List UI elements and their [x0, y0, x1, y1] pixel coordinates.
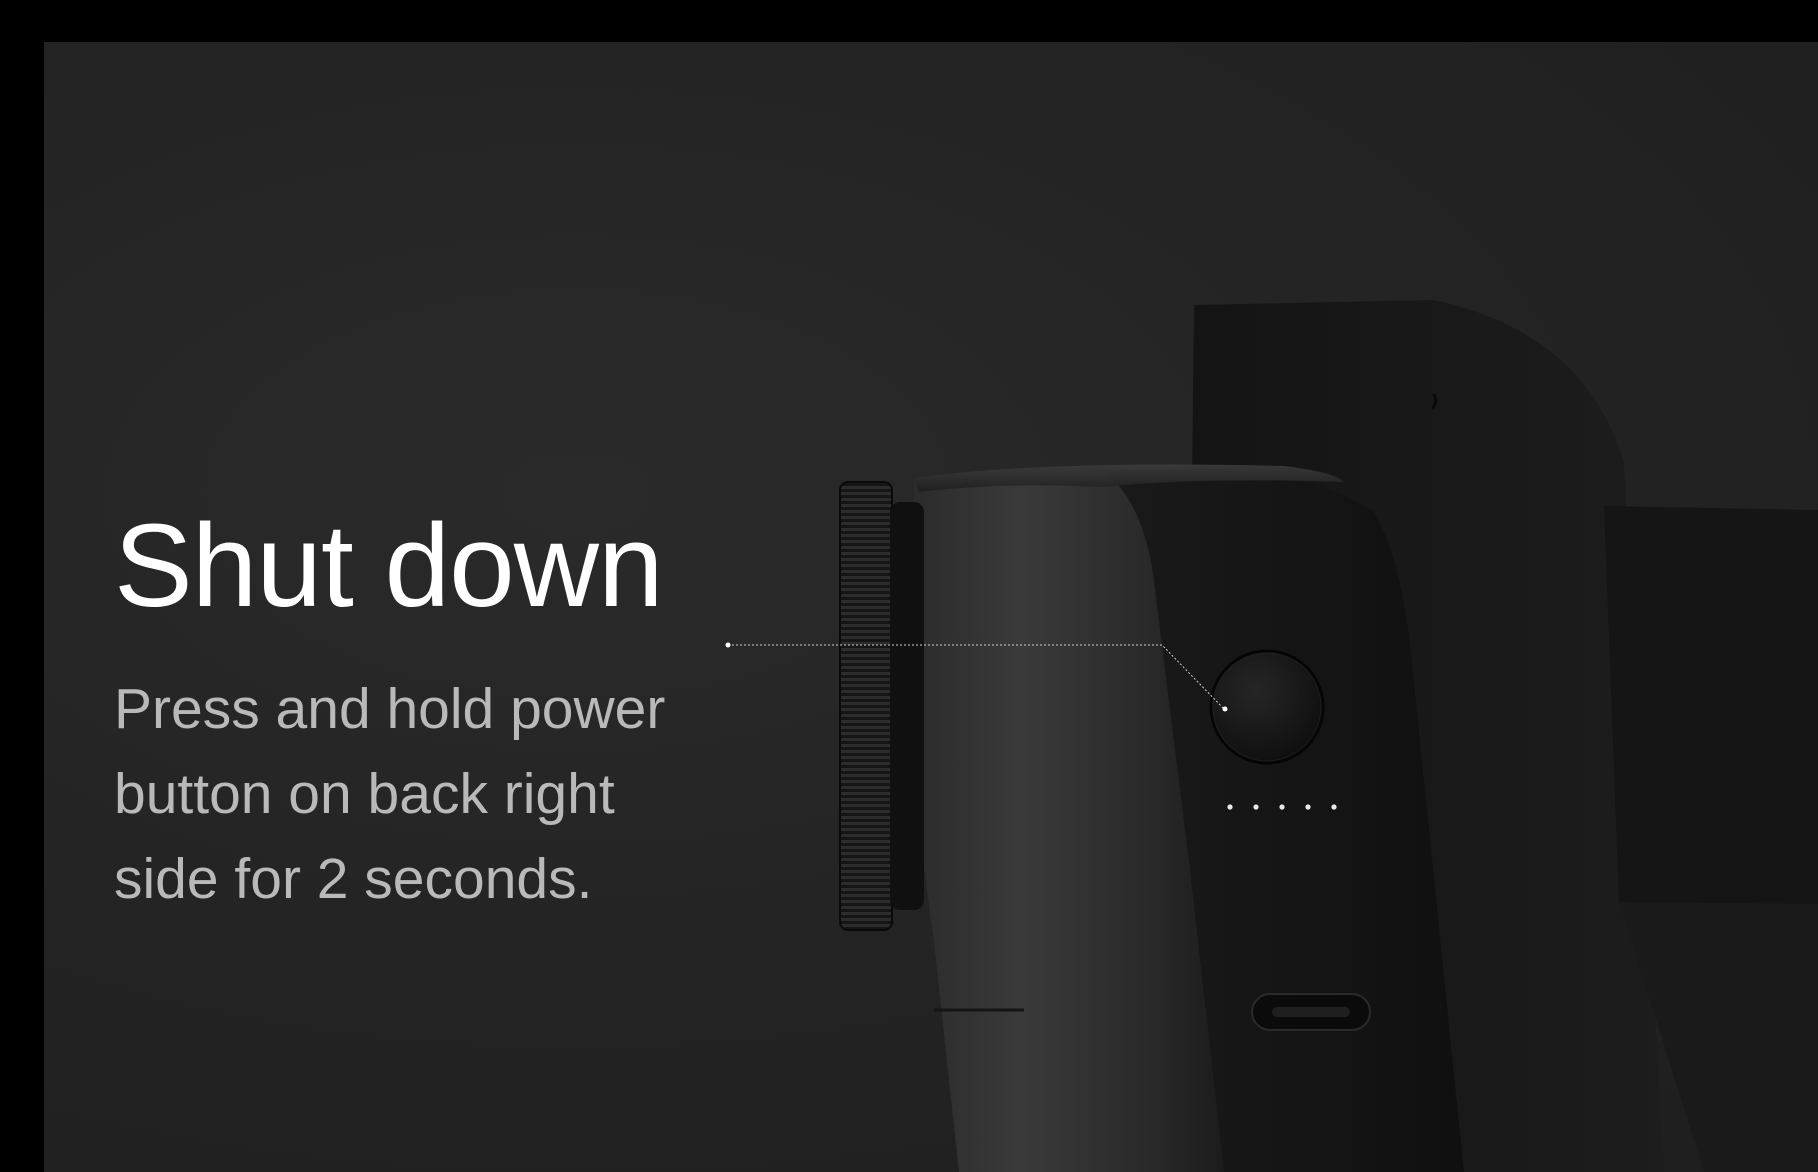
instruction-title: Shut down	[114, 500, 664, 632]
instruction-description: Press and hold power button on back righ…	[114, 677, 666, 911]
power-button-icon[interactable]	[1209, 649, 1325, 765]
instruction-text: Shut down Press and hold power button on…	[114, 507, 754, 922]
device-right-arm	[1604, 506, 1818, 904]
focus-dial-icon	[839, 481, 924, 931]
instruction-panel: Shut down Press and hold power button on…	[44, 42, 1818, 1172]
usb-c-port-icon	[1251, 993, 1371, 1031]
